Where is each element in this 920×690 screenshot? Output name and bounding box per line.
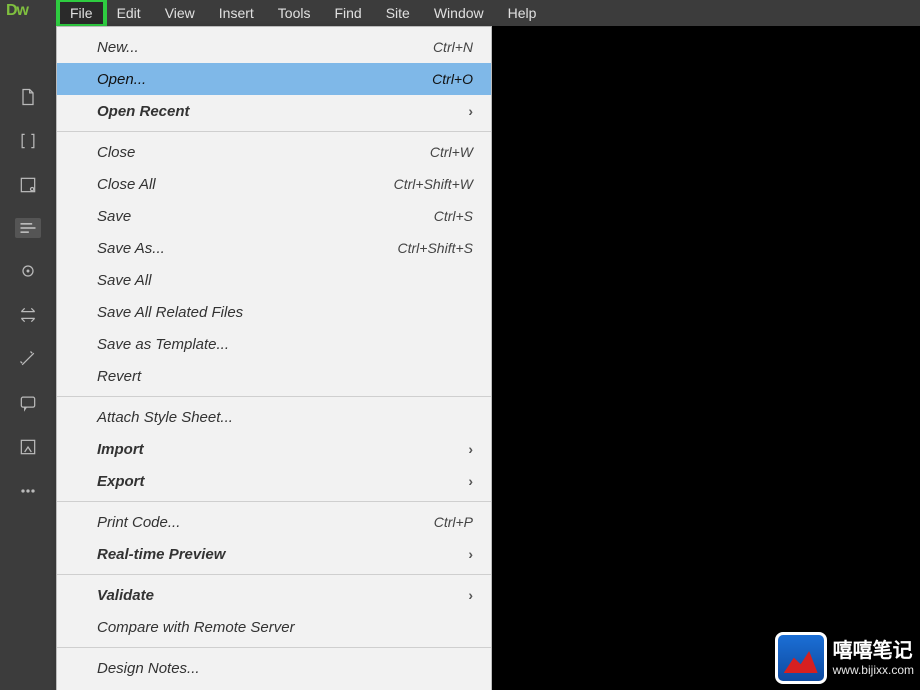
left-sidebar — [0, 26, 56, 690]
menu-item-shortcut: Ctrl+O — [432, 71, 473, 87]
menu-item-label: Open Recent — [97, 103, 190, 120]
menu-file[interactable]: File — [58, 0, 105, 26]
file-menu-dropdown: New... Ctrl+N Open... Ctrl+O Open Recent › Clo… — [56, 26, 492, 690]
menu-item-validate[interactable]: Validate › — [57, 579, 491, 611]
menubar: Dw FileEditViewInsertToolsFindSiteWindow… — [0, 0, 920, 26]
menu-site[interactable]: Site — [374, 0, 422, 26]
menu-item-shortcut: Ctrl+N — [433, 39, 473, 55]
menu-item-new[interactable]: New... Ctrl+N — [57, 31, 491, 63]
wand-icon[interactable] — [17, 348, 39, 370]
lines-icon[interactable] — [15, 218, 41, 238]
menu-edit[interactable]: Edit — [105, 0, 153, 26]
chevron-right-icon: › — [468, 103, 473, 119]
menu-item-label: Export — [97, 473, 145, 490]
insert-icon[interactable] — [17, 436, 39, 458]
menu-view[interactable]: View — [153, 0, 207, 26]
menu-item-label: Save As... — [97, 240, 165, 257]
menu-item-export[interactable]: Export › — [57, 465, 491, 497]
menu-item-label: Save as Template... — [97, 336, 229, 353]
menu-item-page-properties[interactable]: Page Properties... — [57, 684, 491, 690]
target-icon[interactable] — [17, 260, 39, 282]
menu-item-label: Save All — [97, 272, 151, 289]
menu-item-print-code[interactable]: Print Code... Ctrl+P — [57, 506, 491, 538]
chevron-right-icon: › — [468, 473, 473, 489]
menu-item-close[interactable]: Close Ctrl+W — [57, 136, 491, 168]
menu-tools[interactable]: Tools — [266, 0, 323, 26]
assets-icon[interactable] — [17, 174, 39, 196]
app-badge: Dw — [6, 2, 28, 20]
more-icon[interactable] — [17, 480, 39, 502]
menu-item-import[interactable]: Import › — [57, 433, 491, 465]
menu-item-shortcut: Ctrl+P — [434, 514, 473, 530]
chevron-right-icon: › — [468, 546, 473, 562]
chat-icon[interactable] — [17, 392, 39, 414]
menu-item-open[interactable]: Open... Ctrl+O — [57, 63, 491, 95]
watermark-text: 嘻嘻笔记 www.bijixx.com — [833, 639, 914, 677]
file-icon[interactable] — [17, 86, 39, 108]
watermark-logo-icon — [775, 632, 827, 684]
menu-item-label: Save All Related Files — [97, 304, 243, 321]
app-window: Dw FileEditViewInsertToolsFindSiteWindow… — [0, 0, 920, 690]
menu-item-label: Real-time Preview — [97, 546, 225, 563]
menu-item-shortcut: Ctrl+Shift+W — [394, 176, 473, 192]
menu-item-close-all[interactable]: Close All Ctrl+Shift+W — [57, 168, 491, 200]
menu-item-shortcut: Ctrl+W — [430, 144, 473, 160]
menu-item-label: Open... — [97, 71, 146, 88]
chevron-right-icon: › — [468, 441, 473, 457]
menu-help[interactable]: Help — [496, 0, 549, 26]
menu-item-label: Close All — [97, 176, 156, 193]
menu-separator — [57, 647, 491, 648]
menu-item-save[interactable]: Save Ctrl+S — [57, 200, 491, 232]
menu-item-design-notes[interactable]: Design Notes... — [57, 652, 491, 684]
menu-item-label: Revert — [97, 368, 141, 385]
menu-separator — [57, 131, 491, 132]
menu-separator — [57, 574, 491, 575]
menu-item-save-all[interactable]: Save All — [57, 264, 491, 296]
menu-item-save-as-template[interactable]: Save as Template... — [57, 328, 491, 360]
menu-item-compare-with-remote-server[interactable]: Compare with Remote Server — [57, 611, 491, 643]
watermark-line1: 嘻嘻笔记 — [833, 639, 914, 663]
menu-item-label: Compare with Remote Server — [97, 619, 295, 636]
brackets-icon[interactable] — [17, 130, 39, 152]
chevron-right-icon: › — [468, 587, 473, 603]
menu-item-label: Attach Style Sheet... — [97, 409, 233, 426]
menu-item-label: Design Notes... — [97, 660, 200, 677]
menu-item-label: Validate — [97, 587, 154, 604]
menu-item-open-recent[interactable]: Open Recent › — [57, 95, 491, 127]
menu-item-shortcut: Ctrl+S — [434, 208, 473, 224]
menu-separator — [57, 396, 491, 397]
menu-find[interactable]: Find — [322, 0, 373, 26]
menu-window[interactable]: Window — [422, 0, 496, 26]
menu-item-shortcut: Ctrl+Shift+S — [398, 240, 473, 256]
menu-item-label: Import — [97, 441, 144, 458]
menu-insert[interactable]: Insert — [207, 0, 266, 26]
layers-icon[interactable] — [17, 304, 39, 326]
menu-item-label: New... — [97, 39, 139, 56]
watermark: 嘻嘻笔记 www.bijixx.com — [775, 632, 914, 684]
menu-item-attach-style-sheet[interactable]: Attach Style Sheet... — [57, 401, 491, 433]
menu-item-save-all-related-files[interactable]: Save All Related Files — [57, 296, 491, 328]
menu-item-real-time-preview[interactable]: Real-time Preview › — [57, 538, 491, 570]
menu-item-revert[interactable]: Revert — [57, 360, 491, 392]
menu-item-label: Print Code... — [97, 514, 180, 531]
menu-item-label: Close — [97, 144, 135, 161]
watermark-line2: www.bijixx.com — [833, 663, 914, 677]
menu-separator — [57, 501, 491, 502]
menu-item-save-as[interactable]: Save As... Ctrl+Shift+S — [57, 232, 491, 264]
menu-item-label: Save — [97, 208, 131, 225]
